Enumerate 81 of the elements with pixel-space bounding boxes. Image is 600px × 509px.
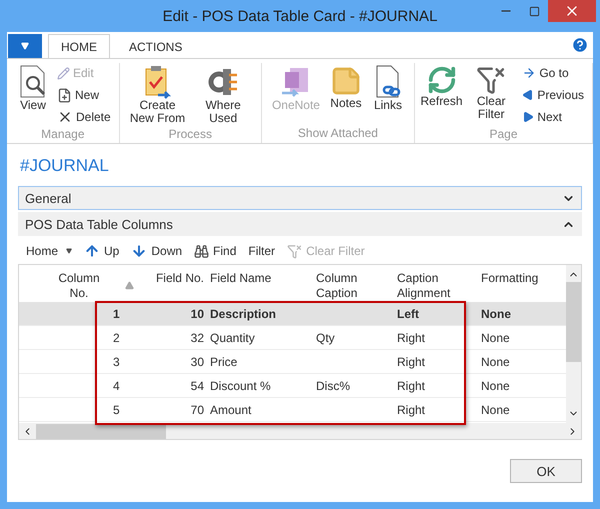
group-label: Process xyxy=(168,127,213,143)
caret-icon xyxy=(21,42,29,50)
ribbon-button[interactable]: Clear Filter xyxy=(464,63,518,127)
toolbar-button[interactable]: Down xyxy=(131,243,182,259)
toolbar-button[interactable]: Up xyxy=(84,243,120,259)
table-cell-text: Right xyxy=(396,354,426,368)
column-header[interactable]: Column Caption xyxy=(316,271,393,301)
ribbon-button[interactable]: Previous xyxy=(520,85,586,105)
scrollbar-thumb[interactable] xyxy=(566,282,581,362)
group-label: Page xyxy=(488,127,518,143)
ribbon-tab[interactable]: HOME xyxy=(48,34,110,58)
table-cell-text: Qty xyxy=(315,330,336,344)
new-document-icon xyxy=(57,88,72,102)
table-cell-text: None xyxy=(480,378,511,392)
binoculars-icon xyxy=(194,244,210,258)
window-title: Edit - POS Data Table Card - #JOURNAL xyxy=(162,8,438,24)
table-cell-text: None xyxy=(480,402,511,416)
triangle-right-icon xyxy=(522,111,534,123)
help-icon[interactable] xyxy=(571,36,589,54)
table-cell-text: Quantity xyxy=(209,330,256,344)
table-cell-text: Disc% xyxy=(315,378,352,392)
table-cell-text: 70 xyxy=(190,402,205,416)
ribbon-button[interactable]: Links xyxy=(368,63,408,126)
column-header[interactable]: Field Name xyxy=(210,271,272,286)
table-cell-text: 30 xyxy=(190,354,205,368)
ok-button[interactable]: OK xyxy=(510,459,582,483)
table-cell-text: None xyxy=(480,330,511,344)
table-cell-text: 5 xyxy=(112,402,121,416)
table-cell-text: Price xyxy=(209,354,238,368)
ribbon-button[interactable]: Refresh xyxy=(420,63,462,127)
toolbar-button[interactable]: Find xyxy=(194,244,236,258)
caret-icon xyxy=(66,248,72,254)
table-cell-text: Right xyxy=(396,330,426,344)
group-label: Show Attached xyxy=(296,126,379,142)
sticky-note-icon xyxy=(330,65,362,97)
table-cell-text: Right xyxy=(396,378,426,392)
section-header[interactable]: POS Data Table Columns xyxy=(18,212,582,236)
table-cell-text: 10 xyxy=(190,306,205,320)
ribbon-button[interactable]: Go to xyxy=(520,63,586,83)
group-label: Manage xyxy=(40,127,86,143)
toolbar-button[interactable]: Home xyxy=(26,244,72,258)
ribbon-button[interactable]: Delete xyxy=(55,107,113,127)
table-cell-text: Discount % xyxy=(209,378,272,392)
column-header[interactable]: Formatting xyxy=(481,271,538,286)
ribbon-button[interactable]: Notes xyxy=(326,63,366,126)
ribbon-button[interactable]: Create New From xyxy=(126,63,190,127)
ribbon-button[interactable]: Where Used xyxy=(191,63,255,127)
table-cell-text: 3 xyxy=(112,354,121,368)
table-cell-text: 4 xyxy=(112,378,121,392)
application-menu-button[interactable] xyxy=(8,34,42,58)
pencil-icon xyxy=(57,66,70,80)
table-cell-text: Amount xyxy=(209,402,252,416)
funnel-cross-icon xyxy=(287,244,302,258)
table-cell-text: Right xyxy=(396,402,426,416)
page-title: #JOURNAL xyxy=(20,156,110,176)
refresh-icon xyxy=(426,65,457,95)
table-cell-text: 54 xyxy=(190,378,205,392)
table-cell-text: Description xyxy=(209,306,278,320)
maximize-icon xyxy=(528,6,540,16)
table-cell-text: 32 xyxy=(190,330,205,344)
triangle-left-icon xyxy=(522,89,534,101)
horizontal-scrollbar[interactable] xyxy=(19,423,581,439)
close-button[interactable] xyxy=(548,0,596,22)
funnel-cross-icon xyxy=(476,65,506,95)
ribbon-button[interactable]: New xyxy=(55,85,113,105)
section-header[interactable]: General xyxy=(18,186,582,210)
column-header[interactable]: Column No. xyxy=(49,271,109,301)
table-cell-text: None xyxy=(480,306,512,320)
sort-ascending-icon xyxy=(125,281,134,290)
ribbon-button[interactable]: Next xyxy=(520,107,586,127)
toolbar-button[interactable]: Filter xyxy=(248,244,276,258)
table-cell-text: 1 xyxy=(112,306,121,320)
table-row[interactable]: 1 10 Description Left None xyxy=(19,302,566,326)
column-header[interactable]: Caption Alignment xyxy=(397,271,477,301)
table-cell-text: None xyxy=(480,354,511,368)
table-cell-text: Left xyxy=(396,306,420,320)
column-header[interactable]: Field No. xyxy=(156,271,204,286)
table-cell-text: 2 xyxy=(112,330,121,344)
scrollbar-thumb[interactable] xyxy=(36,424,166,438)
ribbon-button[interactable]: View xyxy=(13,63,53,127)
vertical-scrollbar[interactable] xyxy=(566,265,581,423)
